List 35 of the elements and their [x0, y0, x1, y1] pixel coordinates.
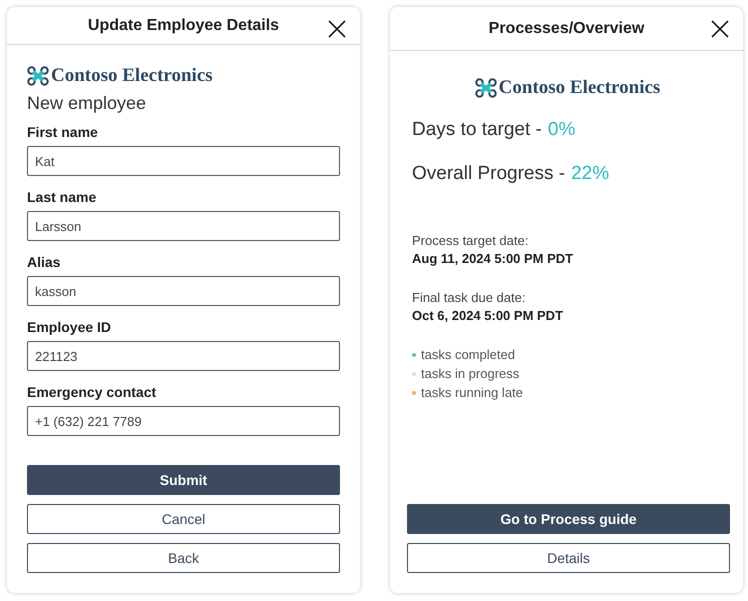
action-button[interactable]: Cancel: [27, 504, 340, 534]
logo-icon: [27, 66, 49, 86]
field-label: Emergency contact: [27, 384, 158, 400]
dialog-title: Processes/Overview: [488, 20, 644, 38]
field-label: Alias: [27, 254, 62, 270]
date-value: Aug 11, 2024 5:00 PM PDT: [412, 251, 574, 266]
metric-value: 0%: [548, 119, 576, 141]
metric-label: Days to target -: [412, 119, 542, 141]
action-button[interactable]: Back: [27, 543, 340, 573]
date-label: Final task due date:: [412, 290, 526, 305]
brand-name: Contoso Electronics: [498, 77, 660, 99]
logo-icon: [474, 78, 497, 98]
metric-label: Overall Progress -: [412, 163, 566, 185]
close-icon[interactable]: [328, 20, 346, 38]
field-label: Last name: [27, 189, 98, 205]
metric-value: 22%: [571, 163, 610, 185]
field-label: First name: [27, 124, 99, 140]
legend-label: tasks in progress: [421, 366, 520, 381]
action-button[interactable]: Details: [407, 543, 730, 573]
brand-name: Contoso Electronics: [51, 65, 213, 87]
action-button[interactable]: Go to Process guide: [407, 504, 730, 534]
legend-label: tasks running late: [421, 385, 523, 400]
input-field[interactable]: Kat: [27, 146, 340, 176]
dialog-title: Update Employee Details: [88, 16, 280, 34]
input-field[interactable]: Larsson: [27, 211, 340, 241]
action-button[interactable]: Submit: [27, 465, 340, 495]
date-value: Oct 6, 2024 5:00 PM PDT: [412, 308, 564, 323]
input-field[interactable]: 221123: [27, 341, 340, 371]
input-field[interactable]: kasson: [27, 276, 340, 306]
field-label: Employee ID: [27, 319, 112, 335]
close-icon[interactable]: [711, 20, 729, 38]
legend-label: tasks completed: [421, 347, 515, 362]
form-heading: New employee: [27, 93, 148, 114]
input-field[interactable]: +1 (632) 221 7789: [27, 406, 340, 436]
date-label: Process target date:: [412, 233, 530, 248]
